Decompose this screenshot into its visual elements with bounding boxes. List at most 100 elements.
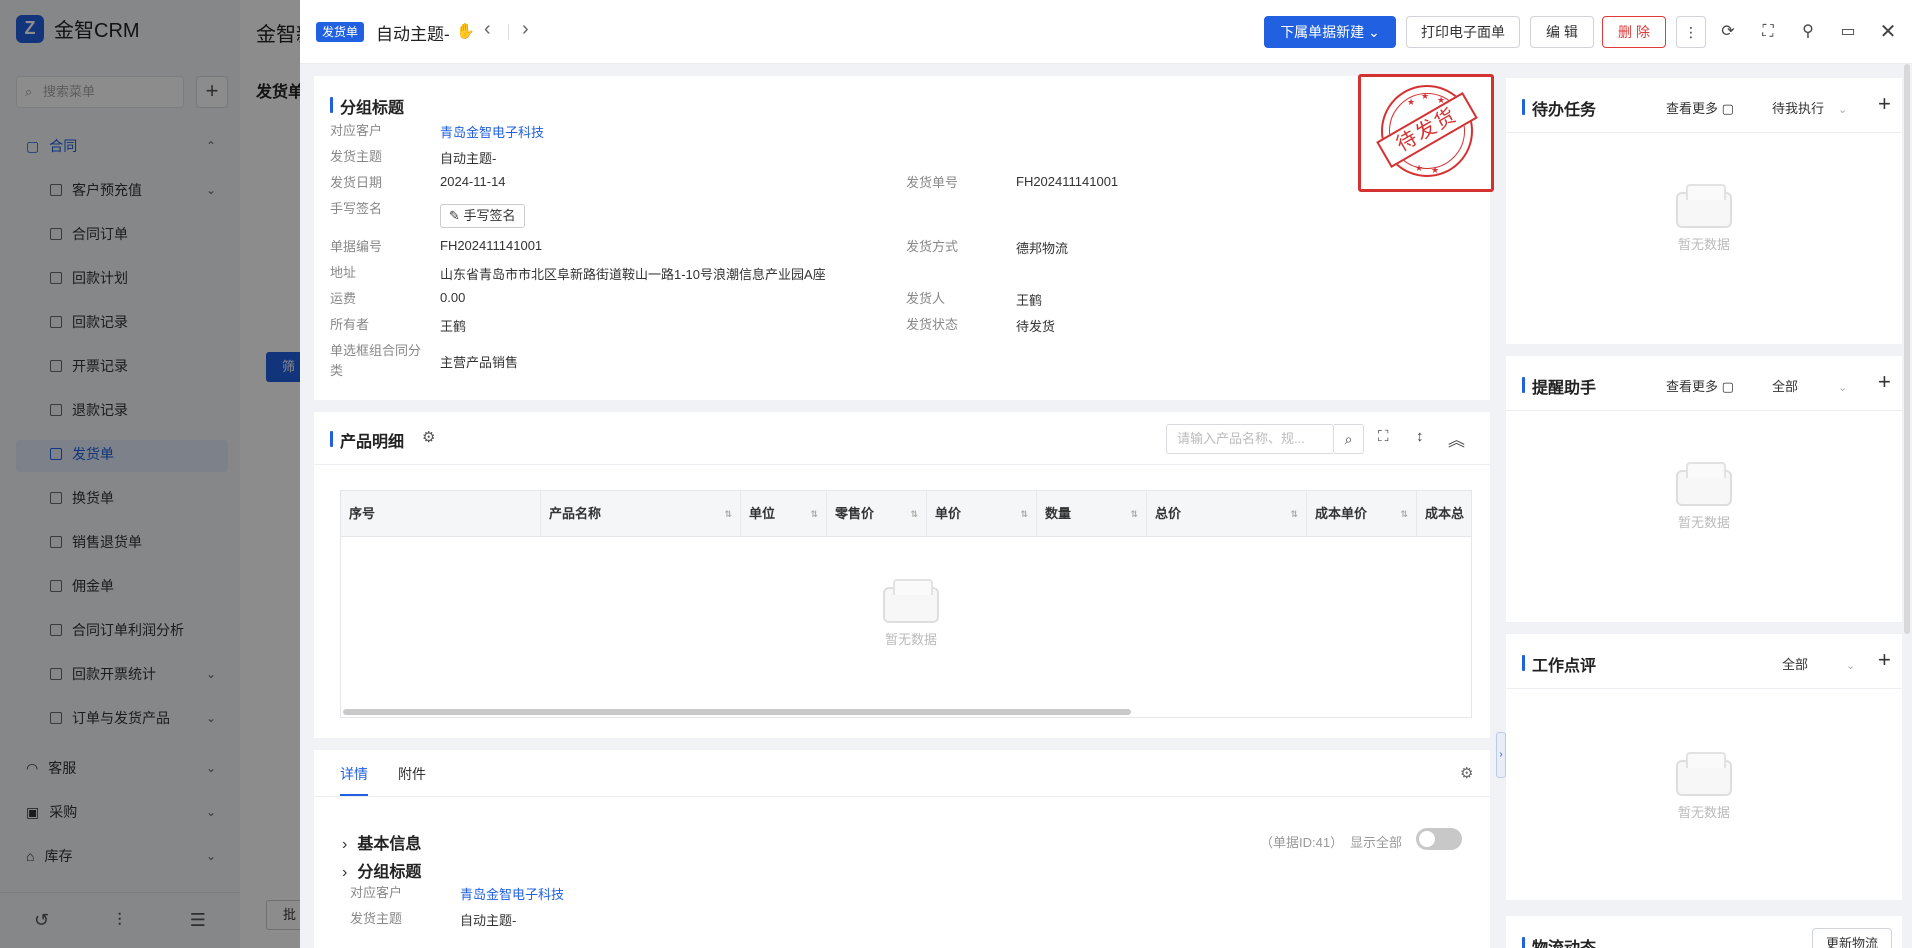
sort-icon[interactable]: ⇅ <box>1020 491 1028 537</box>
field-value: 0.00 <box>440 290 466 305</box>
field-label: 发货日期 <box>330 175 383 190</box>
book-icon: ▢ <box>1721 379 1734 394</box>
next-record-button[interactable]: › <box>522 18 529 41</box>
expand-rows-icon[interactable]: ↕ <box>1416 428 1424 445</box>
field-label: 发货主题 <box>330 149 383 164</box>
sort-icon[interactable]: ⇅ <box>1130 491 1138 537</box>
monitor-icon[interactable]: ▭ <box>1836 20 1860 44</box>
nav-divider <box>508 24 509 40</box>
field-label: 类 <box>330 363 344 378</box>
field-label: 运费 <box>330 291 357 306</box>
fullscreen-icon[interactable]: ⛶ <box>1756 20 1780 44</box>
field-value: FH202411141001 <box>1016 174 1119 189</box>
print-waybill-button[interactable]: 打印电子面单 <box>1406 16 1520 48</box>
prev-record-button[interactable]: ‹ <box>484 18 491 41</box>
field-value: FH202411141001 <box>440 238 543 253</box>
plus-icon[interactable]: + <box>1878 93 1891 115</box>
filter-value: 全部 <box>1772 379 1799 394</box>
view-more-label: 查看更多 <box>1666 379 1719 394</box>
close-icon[interactable]: ✕ <box>1876 20 1900 44</box>
plus-icon[interactable]: + <box>1878 649 1891 671</box>
drawer-title: 自动主题- <box>376 25 450 44</box>
collapse-right-panel-handle[interactable]: › <box>1496 732 1506 778</box>
column-header[interactable]: 单价 ⇅ <box>927 491 1037 537</box>
customer-link[interactable]: 青岛金智电子科技 <box>440 122 544 141</box>
app-root: Z 金智CRM ⌕ 搜索菜单 + ▢ 合同 ⌃ 客户预充值 ⌄ 合同订单 回款计划 回款记… <box>0 0 1912 948</box>
edit-button[interactable]: 编 辑 <box>1530 16 1594 48</box>
reminder-filter-select[interactable]: 全部 ⌄ <box>1772 376 1847 395</box>
column-header[interactable]: 序号 <box>341 491 541 537</box>
modal-overlay[interactable] <box>0 0 300 948</box>
group-section-card: 分组标题 对应客户 青岛金智电子科技 发货主题 自动主题- 发货日期 2024-… <box>314 76 1490 400</box>
column-header[interactable]: 单位 ⇅ <box>741 491 827 537</box>
new-sub-doc-button[interactable]: 下属单据新建 ⌄ <box>1264 16 1396 48</box>
more-vertical-icon: ⋮ <box>1684 24 1698 40</box>
star-icon: ★ <box>1407 97 1416 107</box>
product-table: 序号 产品名称 ⇅ 单位 ⇅ 零售价 ⇅ 单价 ⇅ 数量 ⇅ 总价 ⇅ 成本单价 ⇅ 成本总 暂无数据 <box>340 490 1472 718</box>
column-header[interactable]: 零售价 ⇅ <box>827 491 927 537</box>
group-group-title[interactable]: › 分组标题 <box>342 858 421 882</box>
collapse-up-icon[interactable]: ︽ <box>1448 426 1465 451</box>
sort-icon[interactable]: ⇅ <box>1400 491 1408 537</box>
chevron-down-icon: ⌄ <box>1838 382 1848 394</box>
star-icon: ★ <box>1431 165 1440 175</box>
empty-text: 暂无数据 <box>1677 515 1730 530</box>
column-header[interactable]: 成本总 <box>1417 491 1471 537</box>
todo-filter-select[interactable]: 待我执行 ⌄ <box>1772 98 1847 117</box>
chevron-right-icon: › <box>342 836 348 853</box>
reminder-panel: 提醒助手 查看更多 ▢ 全部 ⌄ + 暂无数据 <box>1506 356 1902 622</box>
field-value: 自动主题- <box>440 151 497 166</box>
show-all-toggle[interactable] <box>1416 828 1462 850</box>
panel-title: 物流动态 <box>1522 934 1596 948</box>
vertical-scrollbar[interactable] <box>1904 64 1910 634</box>
filter-value: 全部 <box>1782 657 1809 672</box>
sort-icon[interactable]: ⇅ <box>724 491 732 537</box>
customer-link[interactable]: 青岛金智电子科技 <box>460 884 564 903</box>
fullscreen-icon[interactable]: ⛶ <box>1378 428 1389 445</box>
column-header[interactable]: 总价 ⇅ <box>1147 491 1307 537</box>
field-value: 王鹤 <box>1016 293 1043 308</box>
gear-icon[interactable]: ⚙ <box>422 428 435 446</box>
field-value: 山东省青岛市市北区阜新路街道鞍山一路1-10号浪潮信息产业园A座 <box>440 267 826 282</box>
link-icon[interactable]: ⚲ <box>1796 20 1820 44</box>
product-search-input[interactable]: 请输入产品名称、规... <box>1166 424 1334 454</box>
chevron-down-icon: ⌄ <box>1838 104 1848 116</box>
group-label: 分组标题 <box>357 864 422 881</box>
field-label: 发货主题 <box>350 911 403 926</box>
hand-icon: ✋ <box>456 23 475 40</box>
refresh-icon[interactable]: ⟳ <box>1716 20 1740 44</box>
view-more-link[interactable]: 查看更多 ▢ <box>1666 98 1734 117</box>
handwritten-sign-button[interactable]: ✎ 手写签名 <box>440 204 525 228</box>
view-more-link[interactable]: 查看更多 ▢ <box>1666 376 1734 395</box>
more-actions-button[interactable]: ⋮ <box>1676 16 1706 48</box>
column-header-label: 成本单价 <box>1315 506 1368 521</box>
sort-icon[interactable]: ⇅ <box>910 491 918 537</box>
horizontal-scrollbar[interactable] <box>343 709 1131 715</box>
panel-title: 提醒助手 <box>1522 374 1596 398</box>
panel-title: 待办任务 <box>1522 96 1596 120</box>
group-basic-info[interactable]: › 基本信息 <box>342 830 421 854</box>
gear-icon[interactable]: ⚙ <box>1460 764 1473 782</box>
book-icon: ▢ <box>1721 101 1734 116</box>
sort-icon[interactable]: ⇅ <box>810 491 818 537</box>
chevron-down-icon: ⌄ <box>1368 24 1380 40</box>
field-value: 德邦物流 <box>1016 241 1069 256</box>
column-header[interactable]: 数量 ⇅ <box>1037 491 1147 537</box>
detail-card: 详情 附件 ⚙ › 基本信息 › 分组标题 （单据ID:41） 显示全部 对应客户 … <box>314 750 1490 948</box>
plus-icon[interactable]: + <box>1878 371 1891 393</box>
panel-empty: 暂无数据 <box>1634 462 1774 531</box>
tab-attachment[interactable]: 附件 <box>398 764 426 784</box>
review-filter-select[interactable]: 全部 ⌄ <box>1782 654 1855 673</box>
column-header[interactable]: 产品名称 ⇅ <box>541 491 741 537</box>
field-value: 主营产品销售 <box>440 355 519 370</box>
update-logistics-button[interactable]: 更新物流 <box>1812 928 1892 948</box>
sign-button-label: 手写签名 <box>463 208 516 223</box>
search-icon[interactable]: ⌕ <box>1334 424 1364 454</box>
delete-button[interactable]: 删 除 <box>1602 16 1666 48</box>
column-header-label: 成本总 <box>1425 506 1465 521</box>
column-header[interactable]: 成本单价 ⇅ <box>1307 491 1417 537</box>
field-label: 手写签名 <box>330 201 383 216</box>
tab-detail[interactable]: 详情 <box>340 764 368 784</box>
field-label: 对应客户 <box>330 123 383 138</box>
sort-icon[interactable]: ⇅ <box>1290 491 1298 537</box>
